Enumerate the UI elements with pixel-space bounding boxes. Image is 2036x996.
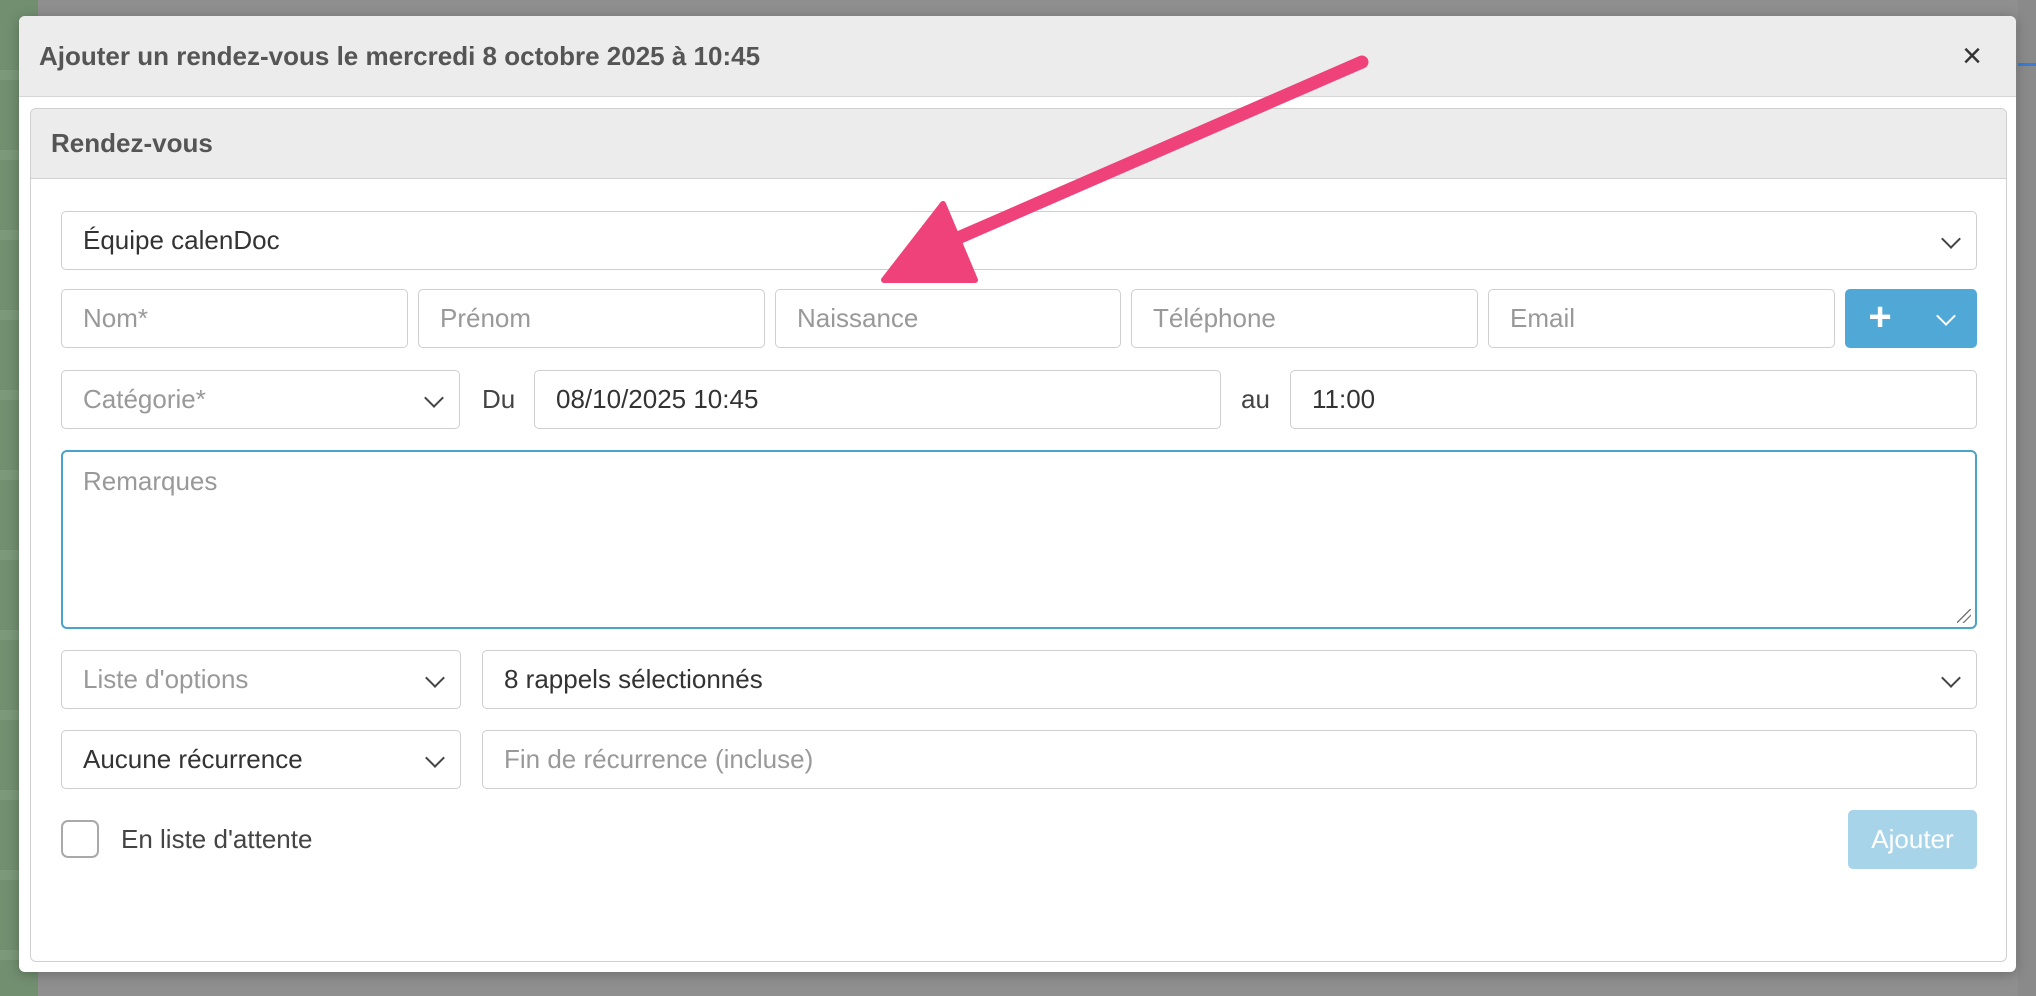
naissance-placeholder: Naissance xyxy=(797,303,919,333)
email-placeholder: Email xyxy=(1510,303,1576,333)
chevron-down-icon xyxy=(1941,229,1961,249)
categorie-select[interactable]: Catégorie* xyxy=(61,370,460,429)
remarques-placeholder: Remarques xyxy=(83,466,218,496)
close-icon[interactable]: × xyxy=(1954,38,1990,74)
email-input[interactable]: Email xyxy=(1488,289,1835,348)
add-patient-button-group: + xyxy=(1845,289,1977,348)
team-select-value: Équipe calenDoc xyxy=(83,225,280,255)
nom-input[interactable]: Nom* xyxy=(61,289,408,348)
chevron-down-icon xyxy=(1941,668,1961,688)
options-placeholder: Liste d'options xyxy=(83,664,249,694)
start-datetime-value: 08/10/2025 10:45 xyxy=(556,384,759,414)
chevron-down-icon xyxy=(424,388,444,408)
recurrence-value: Aucune récurrence xyxy=(83,744,303,774)
resize-handle-icon[interactable] xyxy=(1957,609,1971,623)
modal-header: Ajouter un rendez-vous le mercredi 8 oct… xyxy=(19,16,2016,97)
prenom-placeholder: Prénom xyxy=(440,303,532,333)
rappels-select[interactable]: 8 rappels sélectionnés xyxy=(482,650,1977,709)
chevron-down-icon xyxy=(425,668,445,688)
au-label: au xyxy=(1241,384,1270,414)
chevron-down-icon xyxy=(1936,306,1956,326)
chevron-down-icon xyxy=(425,748,445,768)
telephone-input[interactable]: Téléphone xyxy=(1131,289,1478,348)
end-time-input[interactable]: 11:00 xyxy=(1290,370,1977,429)
naissance-input[interactable]: Naissance xyxy=(775,289,1121,348)
start-datetime-input[interactable]: 08/10/2025 10:45 xyxy=(534,370,1221,429)
add-patient-dropdown-toggle[interactable] xyxy=(1915,289,1977,348)
modal-title: Ajouter un rendez-vous le mercredi 8 oct… xyxy=(39,41,761,71)
du-label: Du xyxy=(482,384,516,414)
telephone-placeholder: Téléphone xyxy=(1153,303,1276,333)
categorie-placeholder: Catégorie* xyxy=(83,384,206,414)
panel-heading: Rendez-vous xyxy=(31,109,2006,179)
waitlist-checkbox[interactable] xyxy=(61,820,99,858)
end-time-value: 11:00 xyxy=(1312,384,1376,414)
team-select[interactable]: Équipe calenDoc xyxy=(61,211,1977,270)
options-select[interactable]: Liste d'options xyxy=(61,650,461,709)
add-patient-button[interactable]: + xyxy=(1845,289,1915,348)
submit-button[interactable]: Ajouter xyxy=(1848,810,1977,869)
background-right-strip xyxy=(2018,0,2036,996)
remarques-textarea[interactable]: Remarques xyxy=(61,450,1977,629)
waitlist-label: En liste d'attente xyxy=(121,824,313,854)
panel-title: Rendez-vous xyxy=(51,128,213,158)
prenom-input[interactable]: Prénom xyxy=(418,289,765,348)
nom-placeholder: Nom* xyxy=(83,303,149,333)
fin-recurrence-placeholder: Fin de récurrence (incluse) xyxy=(504,744,814,774)
rappels-value: 8 rappels sélectionnés xyxy=(504,664,763,694)
fin-recurrence-input[interactable]: Fin de récurrence (incluse) xyxy=(482,730,1977,789)
recurrence-select[interactable]: Aucune récurrence xyxy=(61,730,461,789)
